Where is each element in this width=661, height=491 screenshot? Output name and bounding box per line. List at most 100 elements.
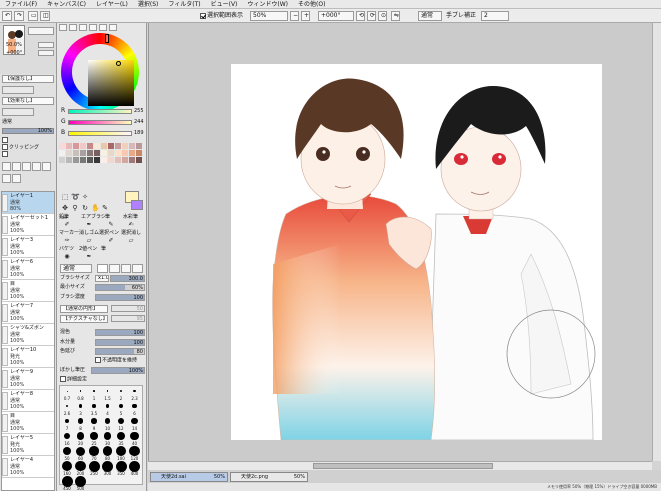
color-swatch[interactable] bbox=[108, 143, 114, 149]
rect-select-icon[interactable]: ⬚ bbox=[61, 193, 69, 201]
layer-visibility-eye-icon[interactable] bbox=[2, 194, 8, 212]
color-swatch[interactable] bbox=[66, 157, 72, 163]
color-swatch[interactable] bbox=[101, 157, 107, 163]
layer-row[interactable]: レイヤー6 通常 100% bbox=[2, 258, 54, 280]
layer-visibility-eye-icon[interactable] bbox=[2, 282, 8, 300]
color-wheel-mode-button[interactable] bbox=[59, 24, 67, 31]
eyedropper-icon[interactable]: ✎ bbox=[101, 204, 109, 212]
stabilizer-select[interactable]: 2 bbox=[481, 11, 509, 21]
brush-size-dot[interactable] bbox=[118, 403, 124, 409]
layer-blend-mode[interactable]: 通常 bbox=[2, 119, 12, 126]
brush-size-dot[interactable] bbox=[92, 404, 96, 408]
pencil-icon[interactable]: ✐ bbox=[63, 221, 71, 229]
color-swatch[interactable] bbox=[122, 150, 128, 156]
airbrush-icon[interactable]: ✒ bbox=[85, 221, 93, 229]
horizontal-scrollbar[interactable] bbox=[148, 461, 652, 470]
show-selection-toggle[interactable]: 選択範囲表示 bbox=[200, 11, 243, 21]
brush-size-dot[interactable] bbox=[130, 431, 139, 441]
color-swatch[interactable] bbox=[129, 150, 135, 156]
color-swatch[interactable] bbox=[73, 150, 79, 156]
brush-size-dot[interactable] bbox=[133, 389, 136, 393]
brush-size-dot[interactable] bbox=[116, 446, 126, 456]
color-swatch[interactable] bbox=[122, 157, 128, 163]
color-swatch[interactable] bbox=[115, 157, 121, 163]
layer-row[interactable]: 目通常 100% bbox=[2, 280, 54, 302]
selection-source-checkbox[interactable] bbox=[2, 151, 8, 157]
brush-size-dot[interactable] bbox=[66, 390, 68, 392]
layer-visibility-eye-icon[interactable] bbox=[2, 260, 8, 278]
layer-visibility-eye-icon[interactable] bbox=[2, 238, 8, 256]
undo-button[interactable]: ↶ bbox=[2, 11, 12, 21]
menu-select[interactable]: 選択(S) bbox=[133, 0, 164, 9]
brush-shape-slider[interactable]: 50 bbox=[111, 305, 145, 312]
color-swatch[interactable] bbox=[129, 157, 135, 163]
hue-cursor[interactable] bbox=[105, 34, 109, 43]
menu-other[interactable]: その他(O) bbox=[293, 0, 330, 9]
effect-select[interactable]: 【効果なし】 bbox=[2, 97, 54, 105]
color-swatch[interactable] bbox=[73, 143, 79, 149]
transfer-down-button[interactable] bbox=[32, 162, 41, 171]
persistence-slider[interactable]: 80 bbox=[95, 348, 145, 355]
r-slider[interactable] bbox=[68, 109, 132, 114]
color-swatch[interactable] bbox=[73, 157, 79, 163]
rotate-left-button[interactable]: ⟲ bbox=[356, 11, 365, 21]
layer-row[interactable]: レイヤー10 発光 100% bbox=[2, 346, 54, 368]
protect-level[interactable] bbox=[2, 86, 34, 94]
layer-opacity-slider[interactable]: 100% bbox=[2, 128, 54, 134]
keep-opacity-checkbox[interactable] bbox=[95, 357, 101, 363]
move-icon[interactable]: ✥ bbox=[61, 204, 69, 212]
zoom-out-button[interactable]: − bbox=[290, 11, 299, 21]
water-slider[interactable]: 100 bbox=[95, 339, 145, 346]
brush-size-dot[interactable] bbox=[103, 432, 112, 440]
brush-size-dot[interactable] bbox=[75, 460, 86, 472]
layer-row[interactable]: レイヤー1 通常 80% bbox=[2, 192, 54, 214]
saturation-value-square[interactable] bbox=[88, 60, 134, 106]
color-swatch[interactable] bbox=[101, 143, 107, 149]
magic-wand-icon[interactable]: ✧ bbox=[81, 193, 89, 201]
layer-visibility-eye-icon[interactable] bbox=[2, 304, 8, 322]
detail-settings-toggle[interactable]: 詳細設定 bbox=[60, 376, 87, 384]
brush-size-dot[interactable] bbox=[89, 446, 99, 456]
layer-visibility-eye-icon[interactable] bbox=[2, 326, 8, 344]
brush-size-dot[interactable] bbox=[61, 460, 73, 472]
layer-visibility-eye-icon[interactable] bbox=[2, 414, 8, 432]
eraser-icon[interactable]: ▱ bbox=[85, 237, 93, 245]
brush-shape-select[interactable]: 【通常の円形】 bbox=[60, 305, 108, 313]
brush-size-dot[interactable] bbox=[90, 432, 98, 440]
lasso-icon[interactable]: ➰ bbox=[71, 193, 80, 201]
brush-size-dot[interactable] bbox=[78, 404, 83, 408]
brush-edge-soft-button[interactable] bbox=[120, 264, 132, 273]
layer-row[interactable]: レイヤー5 発光 100% bbox=[2, 434, 54, 456]
brush-size-dot[interactable] bbox=[132, 403, 137, 409]
menu-window[interactable]: ウィンドウ(W) bbox=[242, 0, 293, 9]
protect-select[interactable]: 【保護なし】 bbox=[2, 75, 54, 83]
color-swatch[interactable] bbox=[87, 143, 93, 149]
hand-icon[interactable]: ✋ bbox=[91, 204, 100, 212]
color-swatch[interactable] bbox=[87, 150, 93, 156]
mixer-mode-button[interactable] bbox=[89, 24, 97, 31]
brush-size-dot[interactable] bbox=[117, 417, 125, 425]
rotate-right-button[interactable]: ⟳ bbox=[367, 11, 376, 21]
zoom-select[interactable]: 50% bbox=[250, 11, 288, 21]
swatch-mode-button[interactable] bbox=[99, 24, 107, 31]
detail-settings-checkbox[interactable] bbox=[60, 376, 66, 382]
color-swatch[interactable] bbox=[136, 157, 142, 163]
layer-row[interactable]: レイヤー4 通常 100% bbox=[2, 456, 54, 478]
layer-row[interactable]: レイヤーセット1 通常 100% bbox=[2, 214, 54, 236]
flip-button[interactable]: ⇋ bbox=[391, 11, 400, 21]
color-swatch[interactable] bbox=[136, 150, 142, 156]
brush-size-dot[interactable] bbox=[119, 389, 123, 393]
scratchpad-mode-button[interactable] bbox=[109, 24, 117, 31]
navigator-buttons[interactable] bbox=[28, 27, 54, 35]
navigator-zoom-buttons[interactable] bbox=[38, 42, 54, 48]
brush-size-slider[interactable]: 300.0 bbox=[110, 275, 145, 282]
brush-size-dot[interactable] bbox=[77, 418, 84, 424]
color-swatch[interactable] bbox=[66, 150, 72, 156]
color-swatch[interactable] bbox=[80, 157, 86, 163]
document-tab-1[interactable]: 天使2d.sai 50% bbox=[150, 472, 228, 482]
menu-layer[interactable]: レイヤー(L) bbox=[91, 0, 133, 9]
color-swatch[interactable] bbox=[59, 150, 65, 156]
rotate-icon[interactable]: ↻ bbox=[81, 204, 89, 212]
color-swatch[interactable] bbox=[59, 143, 65, 149]
hsv-mode-button[interactable] bbox=[79, 24, 87, 31]
